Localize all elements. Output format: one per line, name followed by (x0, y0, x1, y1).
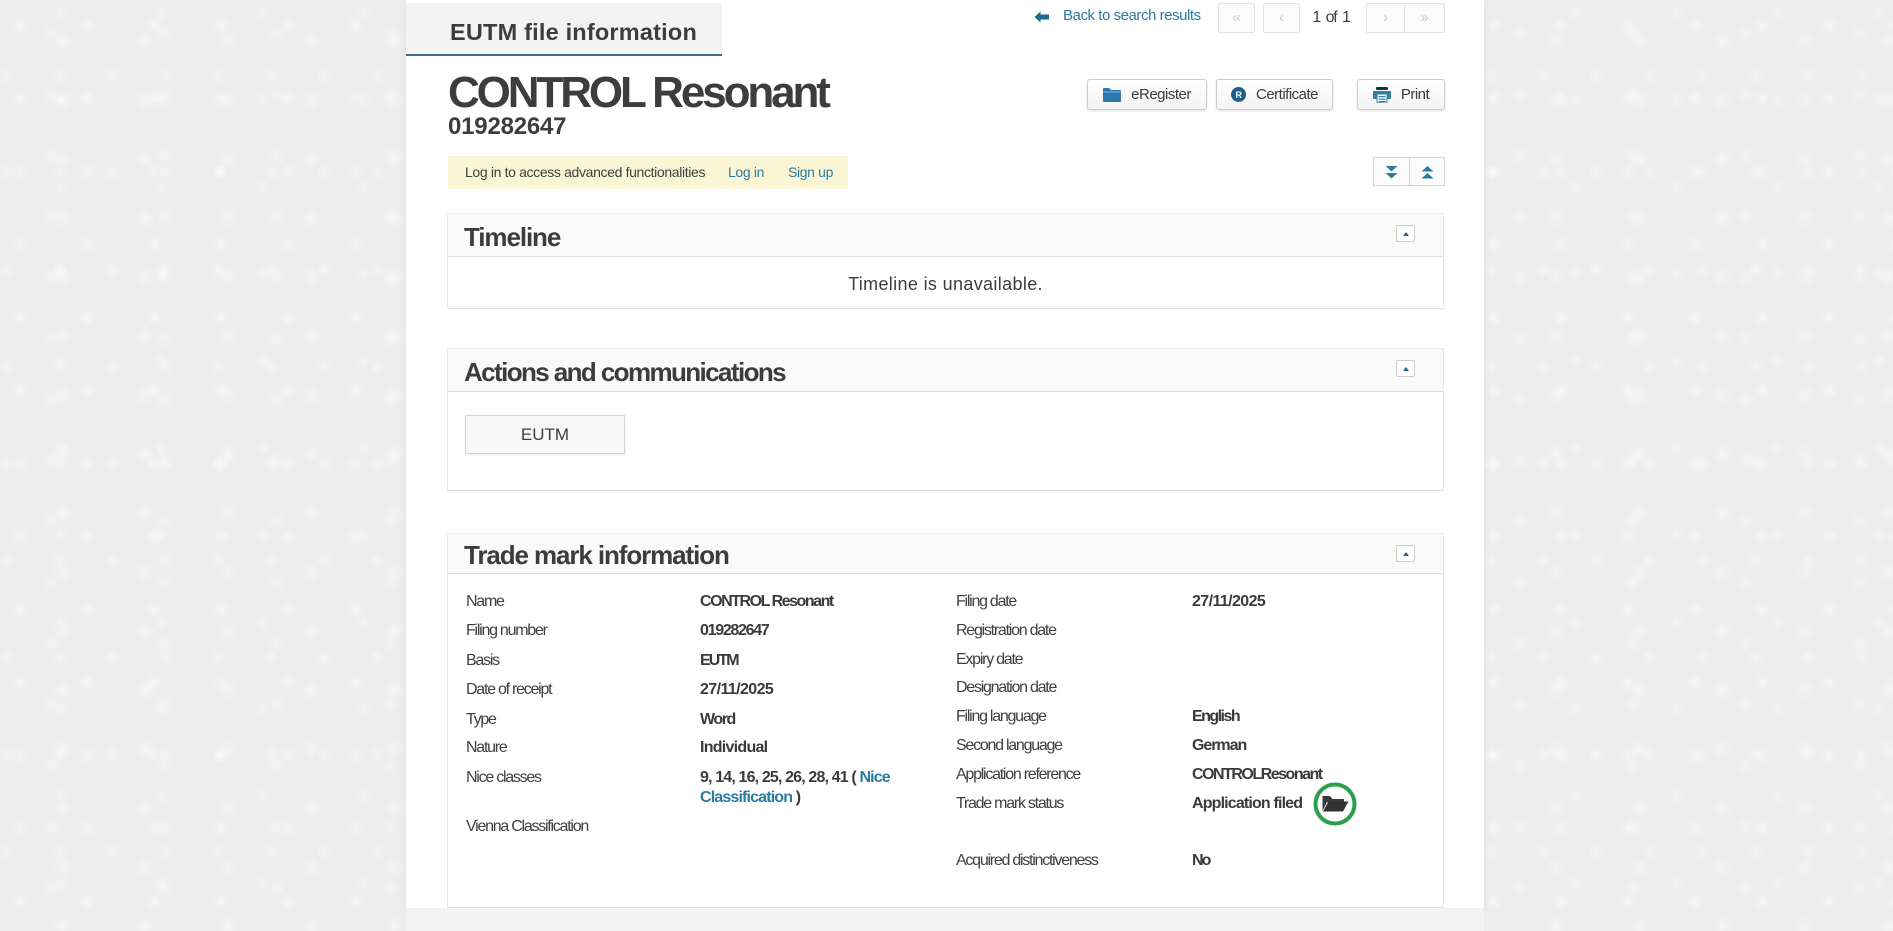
svg-text:R: R (1235, 90, 1242, 100)
